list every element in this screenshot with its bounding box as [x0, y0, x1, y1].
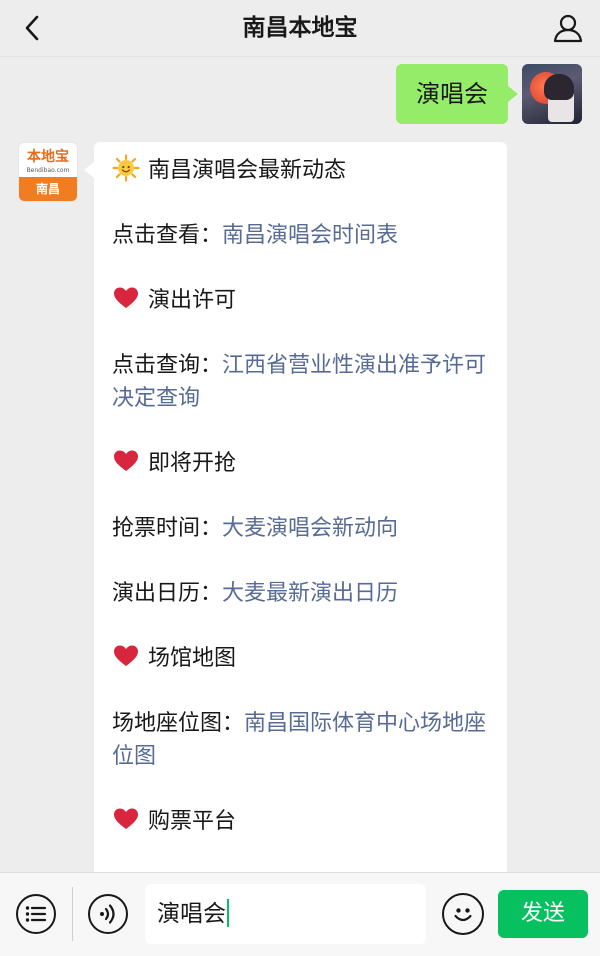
- outgoing-message-text: 演唱会: [416, 80, 488, 108]
- text-cursor: [227, 899, 229, 927]
- toolbar-divider: [72, 887, 73, 941]
- message-input-value: 演唱会: [157, 901, 226, 927]
- logo-brand-text: 本地宝: [27, 149, 69, 165]
- heart-emoji-icon: [114, 450, 138, 471]
- send-button[interactable]: 发送: [498, 890, 588, 938]
- line-prefix: 演出日历：: [112, 581, 223, 606]
- schedule-link[interactable]: 南昌演唱会时间表: [222, 223, 398, 248]
- outgoing-message-row: 演唱会: [396, 64, 582, 124]
- message-line-link: 点击查看：南昌演唱会时间表: [112, 219, 491, 252]
- top-bar: 南昌本地宝: [0, 0, 600, 57]
- line-prefix: 点击查看：: [112, 223, 223, 248]
- profile-button[interactable]: [548, 8, 588, 48]
- sun-emoji-icon: [112, 154, 140, 182]
- damai-news-link[interactable]: 大麦演唱会新动向: [222, 516, 398, 541]
- person-icon: [553, 14, 583, 43]
- line-prefix: 场地座位图：: [112, 711, 245, 736]
- incoming-message-row: 本地宝 Bendibao.com 南昌 南昌演唱会最新动态 点击查看：南昌演唱会…: [18, 142, 507, 902]
- message-line-link: 演出日历：大麦最新演出日历: [112, 577, 491, 610]
- line-text: 购票平台: [148, 809, 237, 834]
- message-line-link: 点击查询：江西省营业性演出准予许可决定查询: [112, 349, 491, 415]
- logo-url-text: Bendibao.com: [26, 167, 70, 174]
- account-avatar-logo[interactable]: 本地宝 Bendibao.com 南昌: [18, 142, 78, 202]
- avatar-hair: [544, 74, 574, 100]
- chat-area[interactable]: 演唱会 本地宝 Bendibao.com 南昌 南昌演唱会最新动态 点击查看：南…: [0, 57, 600, 902]
- message-line-title: 场馆地图: [112, 642, 491, 675]
- line-text: 即将开抢: [148, 451, 237, 476]
- outgoing-message-bubble[interactable]: 演唱会: [396, 64, 518, 124]
- list-menu-icon: [25, 906, 47, 922]
- message-line-title: 演出许可: [112, 284, 491, 317]
- line-text: 演出许可: [148, 288, 237, 313]
- line-prefix: 点击查询：: [112, 353, 223, 378]
- voice-icon: [100, 904, 115, 924]
- heart-emoji-icon: [114, 645, 138, 666]
- logo-city-text: 南昌: [19, 177, 77, 201]
- chat-title: 南昌本地宝: [242, 15, 358, 41]
- message-line-title: 南昌演唱会最新动态: [112, 154, 491, 187]
- incoming-message-bubble: 南昌演唱会最新动态 点击查看：南昌演唱会时间表 演出许可 点击查询：江西省营业性…: [84, 142, 507, 902]
- menu-button[interactable]: [16, 894, 56, 934]
- message-line-link: 场地座位图：南昌国际体育中心场地座位图: [112, 707, 491, 773]
- message-line-title: 即将开抢: [112, 447, 491, 480]
- damai-calendar-link[interactable]: 大麦最新演出日历: [222, 581, 398, 606]
- message-input[interactable]: 演唱会: [145, 884, 426, 944]
- message-line-title: 购票平台: [112, 805, 491, 838]
- user-avatar[interactable]: [522, 64, 582, 124]
- voice-button[interactable]: [88, 894, 128, 934]
- emoji-button[interactable]: [442, 893, 484, 935]
- message-line-link: 抢票时间：大麦演唱会新动向: [112, 512, 491, 545]
- line-prefix: 抢票时间：: [112, 516, 223, 541]
- line-text: 场馆地图: [148, 646, 237, 671]
- heart-emoji-icon: [114, 287, 138, 308]
- heart-emoji-icon: [114, 808, 138, 829]
- smiley-icon: [454, 908, 472, 922]
- input-toolbar: 演唱会 发送: [0, 872, 600, 956]
- line-text: 南昌演唱会最新动态: [148, 158, 347, 183]
